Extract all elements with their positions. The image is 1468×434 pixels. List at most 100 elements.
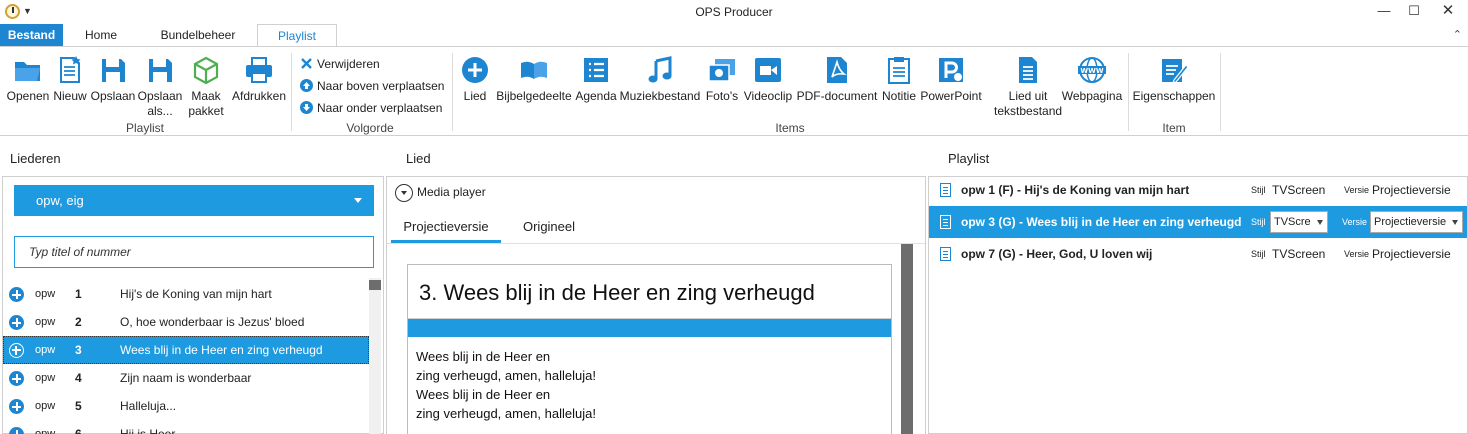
song-row-selected[interactable]: opw 3 Wees blij in de Heer en zing verhe…: [3, 336, 369, 364]
close-icon[interactable]: ✕: [1438, 3, 1458, 19]
add-to-playlist-icon[interactable]: [9, 427, 24, 434]
playlist-item-title: opw 3 (G) - Wees blij in de Heer en zing…: [961, 215, 1242, 229]
collapse-ribbon-icon[interactable]: ⌃: [1453, 28, 1462, 41]
playlist-panel: opw 1 (F) - Hij's de Koning van mijn har…: [928, 176, 1468, 434]
add-agenda-button[interactable]: Agenda: [574, 55, 618, 104]
version-select[interactable]: Projectieversie: [1370, 211, 1463, 233]
chevron-down-icon: [1317, 220, 1323, 225]
save-as-icon: [149, 59, 172, 82]
add-to-playlist-icon[interactable]: [9, 343, 24, 358]
bundle-select[interactable]: opw, eig: [14, 185, 374, 216]
add-to-playlist-icon[interactable]: [9, 315, 24, 330]
window-title: OPS Producer: [695, 5, 773, 19]
new-button[interactable]: Nieuw: [52, 55, 88, 104]
move-down-button[interactable]: Naar onder verplaatsen: [300, 99, 442, 117]
song-preview-scrollbar[interactable]: [901, 244, 913, 434]
song-search-input[interactable]: Typ titel of nummer: [14, 236, 374, 268]
video-label: Videoclip: [743, 89, 793, 103]
lyrics-line: Wees blij in de Heer en: [416, 387, 551, 402]
add-song-from-text-button[interactable]: Lied uit tekstbestand: [994, 55, 1062, 119]
song-title: Wees blij in de Heer en zing verheugd: [120, 343, 323, 357]
make-package-button[interactable]: Maak pakket: [186, 55, 226, 119]
add-song-button[interactable]: Lied: [460, 55, 490, 104]
bundle-select-value: opw, eig: [36, 193, 84, 208]
group-label-volgorde: Volgorde: [346, 121, 394, 135]
pdf-icon: [827, 57, 847, 83]
lyrics-line: zing verheugd, amen, halleluja!: [416, 368, 596, 383]
powerpoint-label: PowerPoint: [920, 89, 982, 103]
document-icon: [940, 215, 951, 229]
style-label: Stijl: [1251, 249, 1266, 259]
tab-playlist[interactable]: Playlist: [257, 24, 337, 47]
add-webpage-button[interactable]: WWW Webpagina: [1060, 55, 1124, 104]
tab-bestand[interactable]: Bestand: [0, 24, 63, 46]
document-icon: [940, 183, 951, 197]
style-value: TVScreen: [1272, 247, 1326, 261]
tab-home[interactable]: Home: [70, 24, 132, 46]
add-bible-button[interactable]: Bijbelgedeelte: [494, 55, 574, 104]
group-label-playlist: Playlist: [125, 121, 164, 135]
style-select[interactable]: TVScre: [1270, 211, 1328, 233]
open-button[interactable]: Openen: [6, 55, 50, 104]
agenda-label: Agenda: [575, 89, 617, 103]
playlist-row[interactable]: opw 7 (G) - Heer, God, U loven wij Stijl…: [929, 238, 1467, 270]
song-row[interactable]: opw 2 O, hoe wonderbaar is Jezus' bloed: [3, 308, 369, 336]
add-to-playlist-icon[interactable]: [9, 287, 24, 302]
save-button[interactable]: Opslaan: [90, 55, 136, 104]
properties-button[interactable]: Eigenschappen: [1132, 55, 1216, 104]
song-bundle: opw: [35, 344, 56, 356]
song-bundle: opw: [35, 372, 56, 384]
song-number: 3: [75, 343, 82, 357]
ribbon-separator: [452, 53, 453, 131]
version-value: Projectieversie: [1372, 247, 1451, 261]
maximize-icon[interactable]: ☐: [1404, 3, 1424, 19]
style-label: Stijl: [1251, 217, 1266, 227]
save-icon: [102, 59, 125, 82]
playlist-row-selected[interactable]: opw 3 (G) - Wees blij in de Heer en zing…: [929, 206, 1467, 238]
songs-panel-header: Liederen: [10, 151, 61, 166]
style-select-value: TVScre: [1274, 216, 1311, 228]
save-label: Opslaan: [90, 89, 136, 103]
scrollbar-thumb[interactable]: [901, 244, 913, 434]
ribbon: Openen Nieuw Opslaan Opslaan als... Maak…: [0, 46, 1468, 136]
song-row[interactable]: opw 4 Zijn naam is wonderbaar: [3, 364, 369, 392]
minimize-icon[interactable]: —: [1374, 3, 1394, 19]
add-to-playlist-icon[interactable]: [9, 399, 24, 414]
song-row[interactable]: opw 1 Hij's de Koning van mijn hart: [3, 280, 369, 308]
song-list-scrollbar[interactable]: [369, 278, 381, 434]
document-icon: [940, 247, 951, 261]
add-note-button[interactable]: Notitie: [879, 55, 919, 104]
song-title: Zijn naam is wonderbaar: [120, 371, 252, 385]
print-button[interactable]: Afdrukken: [230, 55, 288, 104]
add-music-button[interactable]: Muziekbestand: [618, 55, 702, 104]
song-preview-title: 3. Wees blij in de Heer en zing verheugd: [408, 265, 891, 319]
add-photos-button[interactable]: Foto's: [704, 55, 740, 104]
pdf-label: PDF-document: [796, 89, 878, 103]
powerpoint-icon: [939, 58, 963, 82]
scrollbar-thumb[interactable]: [369, 280, 381, 290]
song-lyrics: Wees blij in de Heer en zing verheugd, a…: [416, 347, 596, 423]
text-file-icon: [1019, 57, 1037, 83]
song-panel: Media player Projectieversie Origineel 3…: [386, 176, 926, 434]
save-as-button[interactable]: Opslaan als...: [137, 55, 183, 119]
remove-button[interactable]: Verwijderen: [300, 55, 380, 73]
move-up-button[interactable]: Naar boven verplaatsen: [300, 77, 444, 95]
add-video-button[interactable]: Videoclip: [742, 55, 794, 104]
clipboard-icon: [888, 57, 910, 84]
media-player-toggle[interactable]: Media player: [395, 183, 486, 202]
playlist-item-title: opw 1 (F) - Hij's de Koning van mijn har…: [961, 183, 1190, 197]
song-title: Hij is Heer: [120, 427, 176, 434]
songs-panel: opw, eig Typ titel of nummer opw 1 Hij's…: [2, 176, 384, 434]
add-pdf-button[interactable]: PDF-document: [796, 55, 878, 104]
ribbon-tabs: Bestand Home Bundelbeheer Playlist ⌃: [0, 24, 1468, 47]
ribbon-separator: [1220, 53, 1221, 131]
add-powerpoint-button[interactable]: PowerPoint: [920, 55, 982, 104]
add-to-playlist-icon[interactable]: [9, 371, 24, 386]
tab-bundelbeheer[interactable]: Bundelbeheer: [146, 24, 250, 46]
tab-projectieversie[interactable]: Projectieversie: [391, 213, 501, 243]
tab-origineel[interactable]: Origineel: [507, 213, 591, 243]
save-as-label-line2: als...: [147, 104, 173, 118]
playlist-row[interactable]: opw 1 (F) - Hij's de Koning van mijn har…: [929, 174, 1467, 206]
song-row[interactable]: opw 6 Hij is Heer: [3, 420, 369, 434]
song-row[interactable]: opw 5 Halleluja...: [3, 392, 369, 420]
